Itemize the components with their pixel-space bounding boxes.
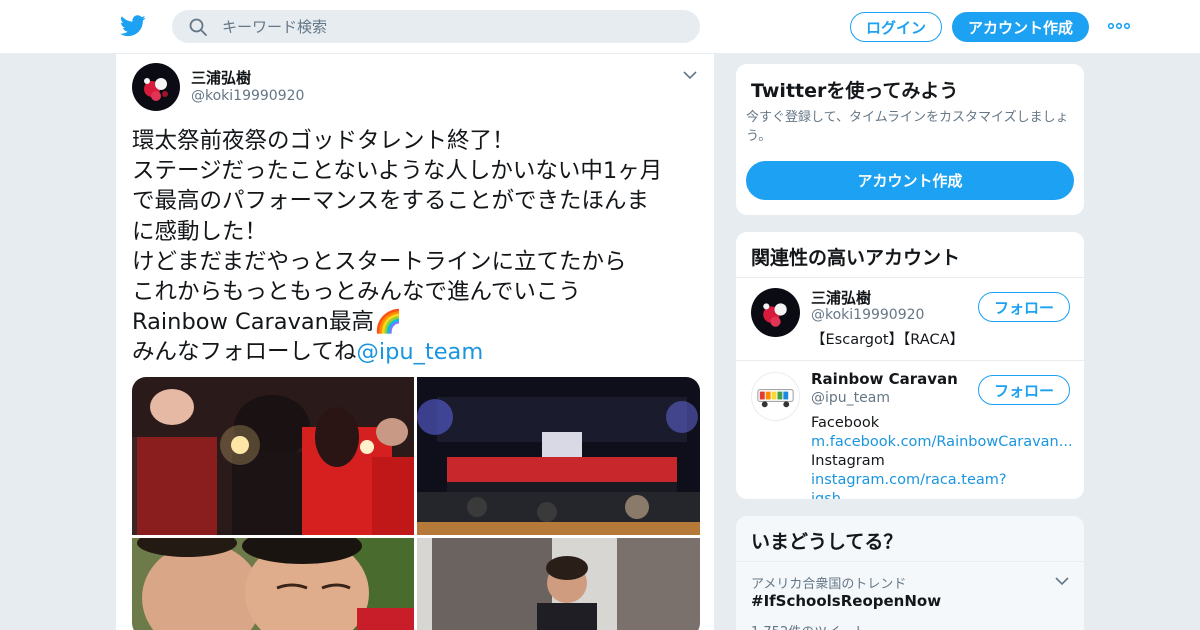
tweet-text: 環太祭前夜祭のゴッドタレント終了！ ステージだったことないような人しかいない中1ヶ… [132, 126, 702, 368]
account-avatar[interactable] [751, 288, 800, 337]
tweet-line: けどまだまだやっとスタートラインに立てたから [132, 248, 627, 275]
bio-instagram-link[interactable]: instagram.com/raca.team? [811, 472, 1007, 488]
bio-instagram-label: Instagram [811, 453, 885, 469]
follow-button[interactable]: フォロー [978, 375, 1070, 405]
signup-card: Twitterを使ってみよう 今すぐ登録して、タイムラインをカスタマイズしましょ… [735, 63, 1085, 216]
bio-facebook-label: Facebook [811, 415, 880, 431]
mention-link[interactable]: @ipu_team [356, 339, 483, 365]
trend-location: アメリカ合衆国のトレンド [751, 577, 907, 592]
account-handle[interactable]: @koki19990920 [811, 307, 924, 323]
top-bar: ログイン アカウント作成 [0, 0, 1200, 54]
signup-card-title: Twitterを使ってみよう [751, 80, 959, 102]
tweet-photo[interactable] [417, 377, 700, 535]
signup-card-subtitle-line: 今すぐ登録して、タイムラインをカスタマイズしましょ [746, 110, 1069, 125]
tweet-line-text: みんなフォローしてね [132, 339, 357, 366]
tweet-photo[interactable] [132, 377, 414, 535]
account-bio: Facebook m.facebook.com/RainbowCaravan..… [811, 414, 1076, 499]
chevron-down-icon[interactable] [682, 68, 698, 82]
tweet-line: みんなフォローしてね@ipu_team [132, 337, 702, 367]
author-avatar[interactable] [132, 63, 180, 111]
signup-card-button[interactable]: アカウント作成 [746, 161, 1074, 200]
search-bar[interactable] [172, 10, 700, 43]
trends-card: いまどうしてる？ アメリカ合衆国のトレンド #IfSchoolsReopenNo… [735, 515, 1085, 630]
search-icon [189, 18, 207, 36]
follow-button[interactable]: フォロー [978, 292, 1070, 322]
trends-title: いまどうしてる？ [751, 531, 903, 553]
tweet-line: で最高のパフォーマンスをすることができたほんま [132, 188, 650, 215]
chevron-down-icon[interactable] [1054, 574, 1070, 588]
search-input[interactable] [222, 10, 682, 43]
tweet-photo[interactable] [417, 538, 700, 630]
related-accounts-title: 関連性の高いアカウント [751, 247, 961, 269]
tweet-line: ステージだったことないような人しかいない中1ヶ月 [132, 158, 663, 185]
account-name[interactable]: 三浦弘樹 [811, 287, 871, 308]
tweet: 三浦弘樹 @koki19990920 環太祭前夜祭のゴッドタレント終了！ ステージ… [115, 54, 715, 630]
account-avatar[interactable] [751, 372, 800, 421]
author-handle[interactable]: @koki19990920 [191, 88, 304, 104]
signup-button[interactable]: アカウント作成 [952, 12, 1089, 42]
tweet-line: 環太祭前夜祭のゴッドタレント終了！ [132, 128, 515, 154]
bio-facebook-link[interactable]: m.facebook.com/RainbowCaravan... [811, 433, 1076, 452]
account-name[interactable]: Rainbow Caravan [811, 370, 958, 388]
tweet-line: これからもっともっとみんなで進んでいこう [132, 279, 581, 306]
trend-count: 1,752件のツイート [751, 621, 866, 630]
divider [736, 277, 1084, 278]
account-bio: 【Escargot】【RACA】 [811, 332, 964, 348]
author-name[interactable]: 三浦弘樹 [191, 67, 251, 88]
divider [736, 561, 1084, 562]
tweet-media-grid [132, 377, 700, 630]
divider [736, 360, 1084, 361]
bio-instagram-link-continued[interactable]: igsh... [811, 490, 1076, 499]
related-accounts-card: 関連性の高いアカウント 三浦弘樹 @koki19990920 【Escargot… [735, 231, 1085, 500]
tweet-line: Rainbow Caravan最高🌈 [132, 309, 402, 336]
more-options-icon[interactable] [1107, 18, 1131, 34]
tweet-photo[interactable] [132, 538, 414, 630]
twitter-logo-icon[interactable] [120, 14, 146, 38]
signup-card-subtitle-line: う。 [746, 129, 772, 144]
signup-card-subtitle: 今すぐ登録して、タイムラインをカスタマイズしましょ う。 [746, 108, 1069, 146]
tweet-line: に感動した！ [132, 218, 268, 245]
account-handle[interactable]: @ipu_team [811, 390, 890, 406]
trend-name[interactable]: #IfSchoolsReopenNow [751, 592, 941, 610]
login-button[interactable]: ログイン [850, 12, 942, 42]
